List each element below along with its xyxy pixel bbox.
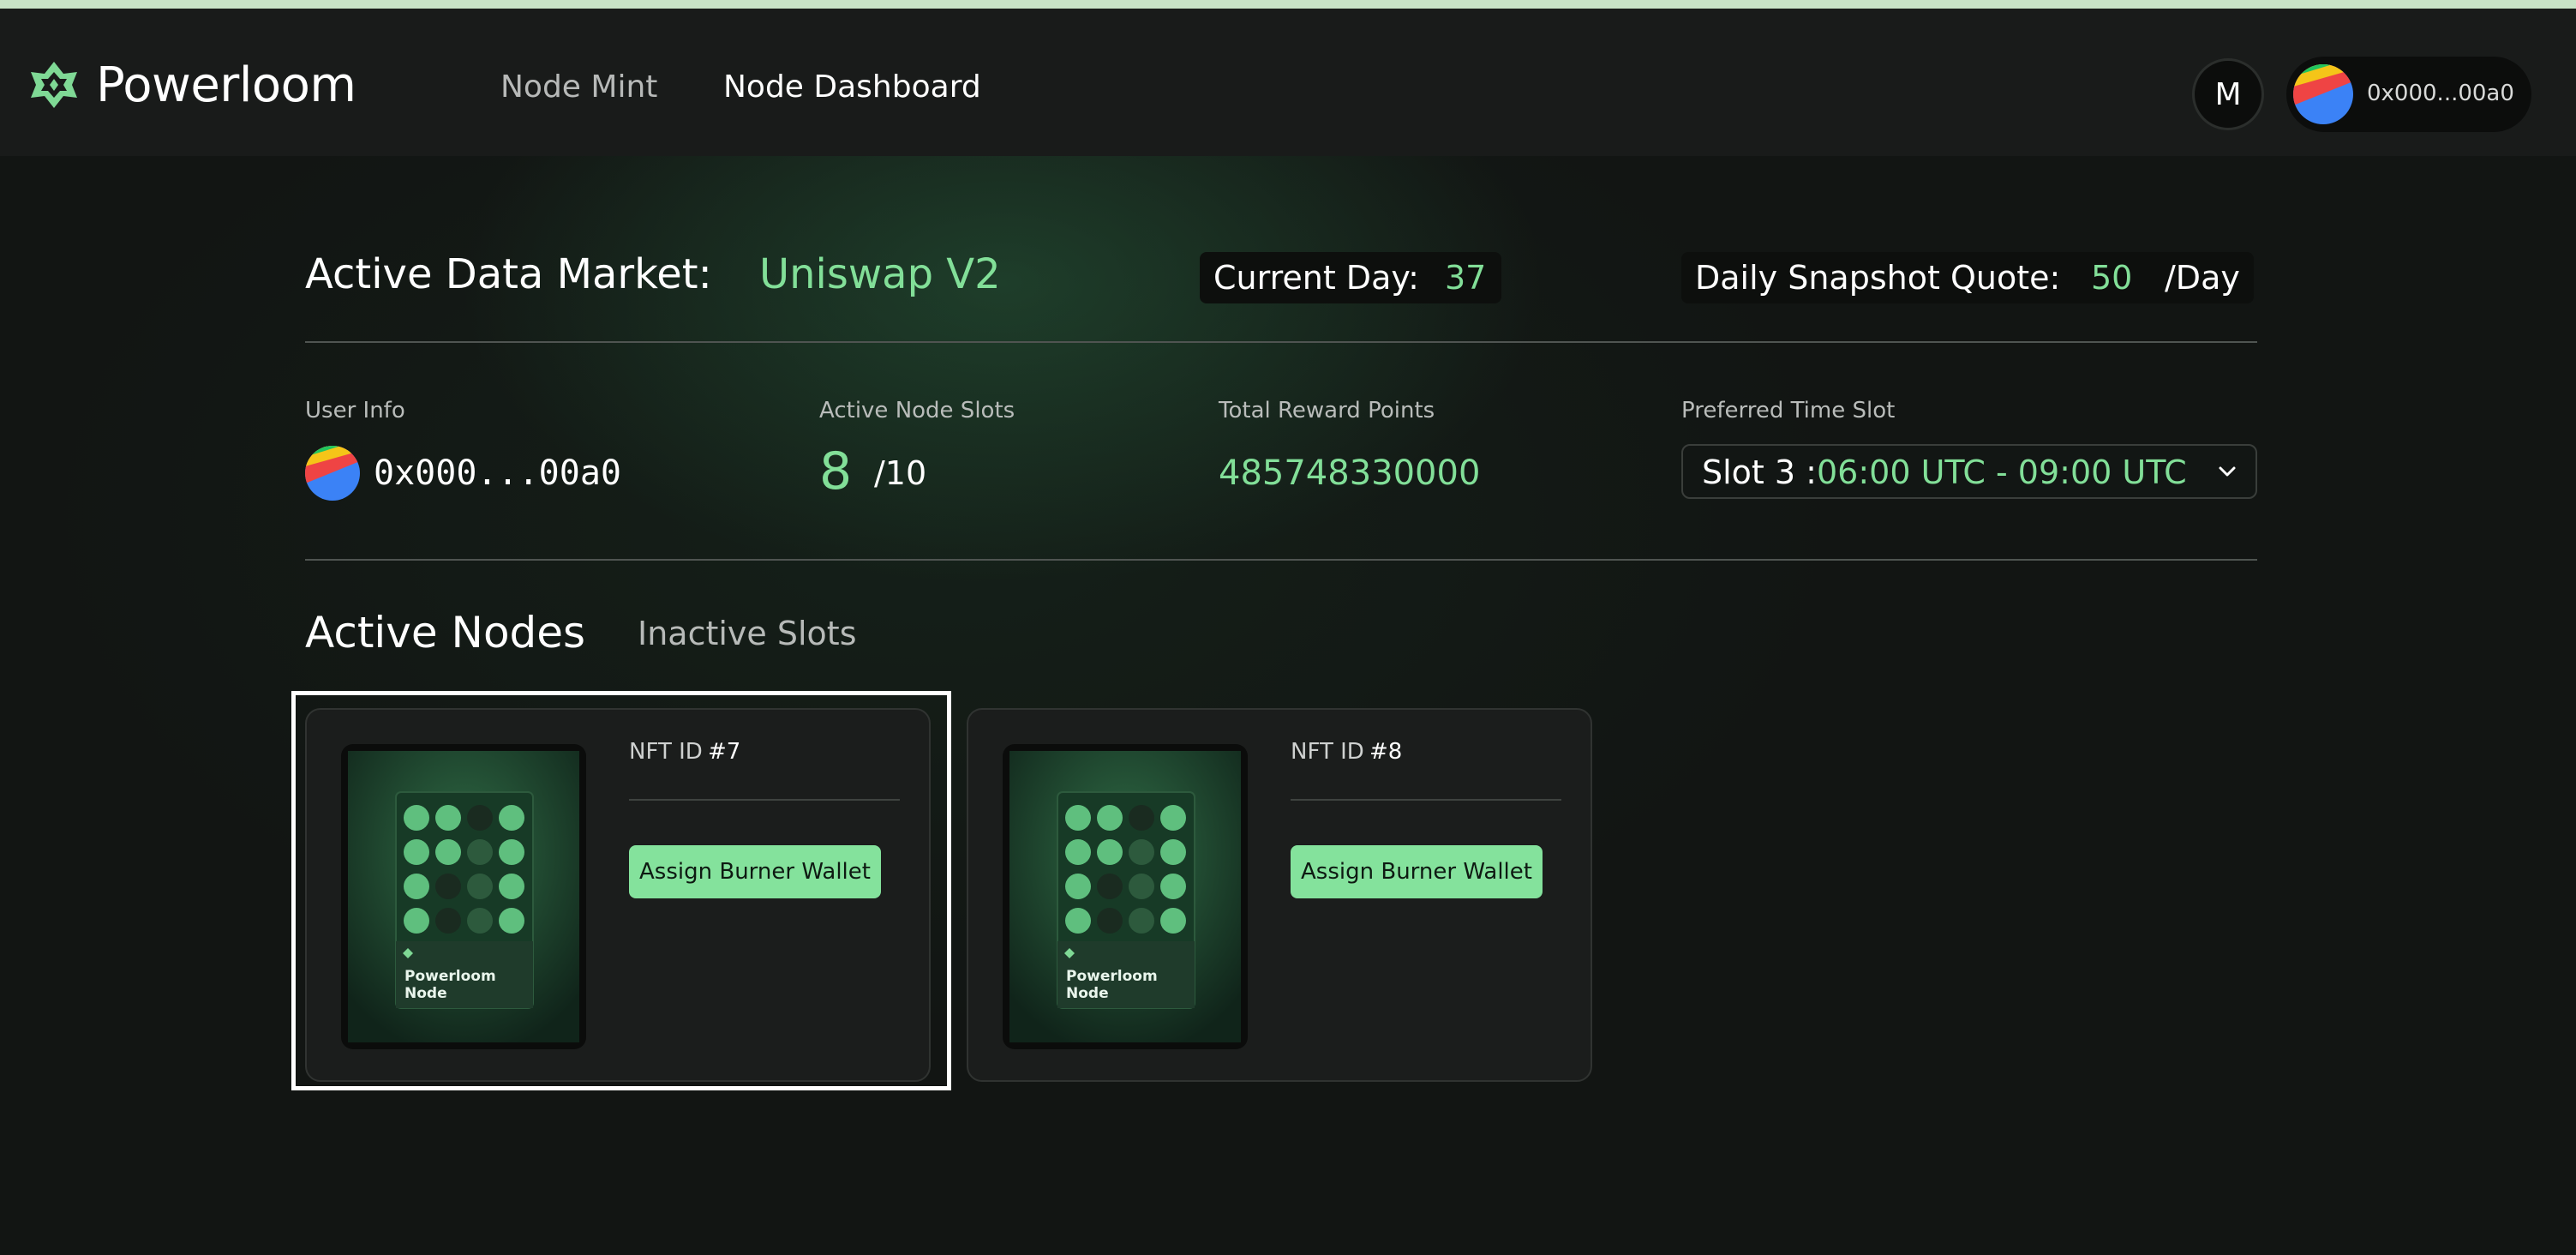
current-day-badge: Current Day: 37 bbox=[1200, 252, 1501, 303]
active-slots-count: 8 bbox=[819, 441, 853, 501]
divider-top bbox=[305, 341, 2257, 343]
nft-image: Powerloom Node bbox=[341, 744, 586, 1049]
tab-active-nodes[interactable]: Active Nodes bbox=[305, 607, 585, 658]
card-divider bbox=[1291, 799, 1561, 801]
powerloom-logo-icon[interactable] bbox=[26, 57, 82, 113]
node-card[interactable]: Powerloom Node NFT ID #8 Assign Burner W… bbox=[967, 708, 1592, 1082]
assign-burner-wallet-button[interactable]: Assign Burner Wallet bbox=[1291, 845, 1543, 898]
active-node-slots-label: Active Node Slots bbox=[819, 398, 1015, 423]
nft-image: Powerloom Node bbox=[1003, 744, 1248, 1049]
user-avatar bbox=[305, 446, 360, 501]
user-info-label: User Info bbox=[305, 398, 405, 423]
metamask-button[interactable]: M bbox=[2192, 58, 2264, 130]
divider-middle bbox=[305, 559, 2257, 561]
node-card[interactable]: Powerloom Node NFT ID #7 Assign Burner W… bbox=[305, 708, 931, 1082]
chevron-down-icon bbox=[2219, 466, 2236, 477]
nft-id-value: #7 bbox=[708, 739, 741, 765]
snapshot-quote-label: Daily Snapshot Quote: bbox=[1695, 259, 2061, 297]
total-slots-count: /10 bbox=[874, 454, 927, 492]
nft-id-label: NFT ID bbox=[629, 739, 703, 765]
snapshot-quote-value: 50 bbox=[2091, 259, 2133, 297]
time-slot-dropdown[interactable]: Slot 3 : 06:00 UTC - 09:00 UTC bbox=[1681, 444, 2257, 499]
brand-name[interactable]: Powerloom bbox=[96, 58, 356, 113]
current-day-label: Current Day: bbox=[1213, 259, 1419, 297]
nav-node-dashboard[interactable]: Node Dashboard bbox=[723, 69, 981, 106]
top-accent-line bbox=[0, 0, 2576, 9]
user-address: 0x000...00a0 bbox=[374, 453, 621, 493]
reward-points-value: 485748330000 bbox=[1219, 453, 1481, 493]
active-market-value: Uniswap V2 bbox=[759, 250, 1001, 298]
time-slot-prefix: Slot 3 : bbox=[1702, 453, 1817, 491]
total-reward-points-label: Total Reward Points bbox=[1219, 398, 1435, 423]
preferred-time-slot-label: Preferred Time Slot bbox=[1681, 398, 1896, 423]
snapshot-quote-badge: Daily Snapshot Quote: 50 /Day bbox=[1681, 252, 2254, 303]
nft-card-subtitle: Node bbox=[404, 985, 447, 1002]
account-button[interactable]: 0x000...00a0 bbox=[2286, 57, 2531, 132]
tab-inactive-slots[interactable]: Inactive Slots bbox=[638, 614, 857, 653]
gradient-avatar-icon bbox=[2293, 64, 2353, 124]
nft-artwork: Powerloom Node bbox=[1009, 751, 1241, 1042]
nav-node-mint[interactable]: Node Mint bbox=[500, 69, 657, 106]
card-divider bbox=[629, 799, 900, 801]
snapshot-quote-unit: /Day bbox=[2165, 259, 2240, 297]
nft-card-title: Powerloom bbox=[1066, 968, 1158, 985]
nft-id-value: #8 bbox=[1369, 739, 1403, 765]
time-slot-value: 06:00 UTC - 09:00 UTC bbox=[1817, 453, 2187, 491]
top-navbar: Powerloom Node Mint Node Dashboard M 0x0… bbox=[0, 9, 2576, 156]
nft-id-label: NFT ID bbox=[1291, 739, 1364, 765]
account-address: 0x000...00a0 bbox=[2367, 81, 2514, 106]
nft-card-subtitle: Node bbox=[1066, 985, 1109, 1002]
assign-burner-wallet-button[interactable]: Assign Burner Wallet bbox=[629, 845, 881, 898]
nft-card-title: Powerloom bbox=[404, 968, 496, 985]
metamask-icon: M bbox=[2214, 76, 2242, 112]
current-day-value: 37 bbox=[1445, 259, 1487, 297]
active-market-label: Active Data Market: bbox=[305, 250, 712, 298]
nft-artwork: Powerloom Node bbox=[348, 751, 579, 1042]
